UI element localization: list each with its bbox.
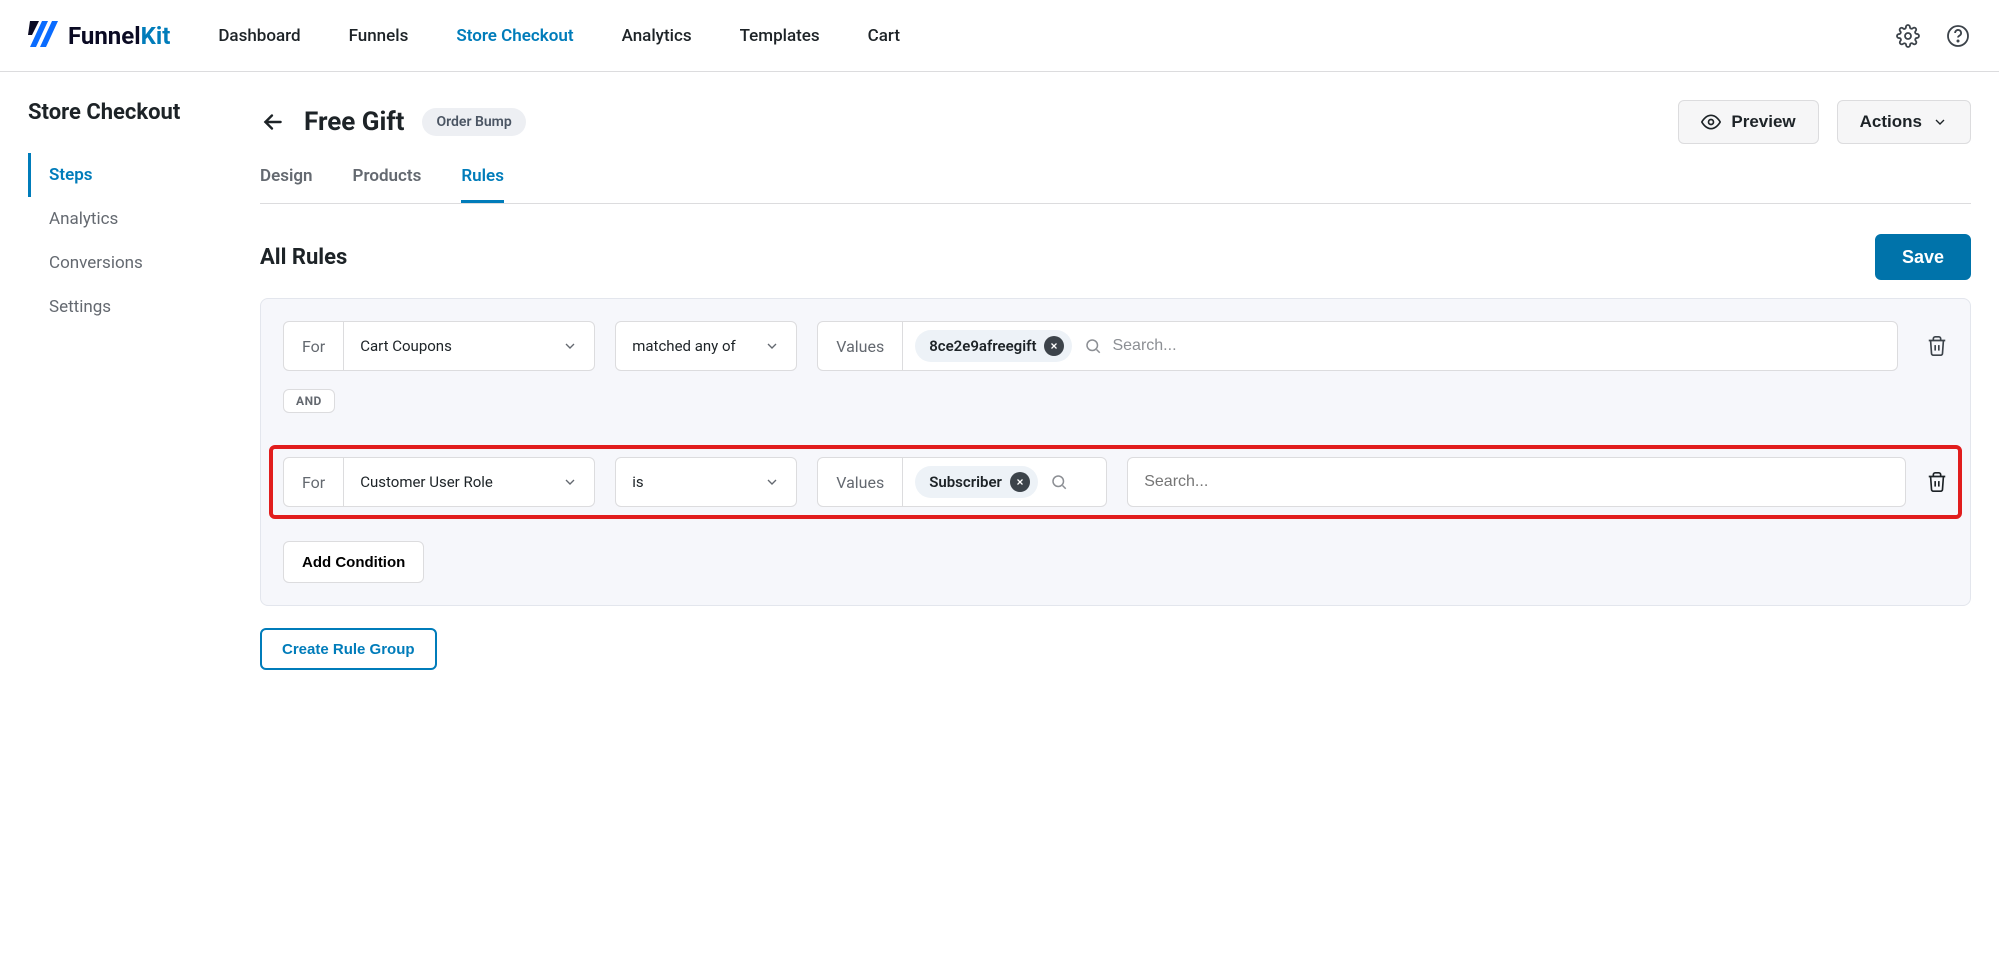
nav-store-checkout[interactable]: Store Checkout bbox=[456, 26, 573, 46]
rule-values-search-extra[interactable] bbox=[1127, 457, 1906, 507]
remove-chip-icon[interactable] bbox=[1010, 472, 1030, 492]
sidebar-item-steps[interactable]: Steps bbox=[28, 153, 232, 197]
chevron-down-icon bbox=[562, 338, 578, 354]
value-chip: 8ce2e9afreegift bbox=[915, 330, 1072, 362]
sidebar-item-settings[interactable]: Settings bbox=[28, 285, 232, 329]
actions-button[interactable]: Actions bbox=[1837, 100, 1971, 144]
rule-values-box[interactable]: Values 8ce2e9afreegift bbox=[817, 321, 1898, 371]
delete-rule-icon[interactable] bbox=[1926, 335, 1948, 357]
rule-operator-select[interactable]: matched any of bbox=[615, 321, 797, 371]
brand-logo-mark-icon bbox=[28, 21, 62, 51]
chevron-down-icon bbox=[764, 474, 780, 490]
rule-field-select[interactable]: For Cart Coupons bbox=[283, 321, 595, 371]
add-condition-button[interactable]: Add Condition bbox=[283, 541, 424, 583]
rule-row: For Cart Coupons matched any of bbox=[283, 321, 1948, 371]
preview-label: Preview bbox=[1731, 112, 1795, 132]
for-label: For bbox=[284, 458, 344, 506]
value-chip-label: 8ce2e9afreegift bbox=[929, 337, 1036, 355]
rule-operator-value: is bbox=[632, 473, 643, 491]
settings-icon[interactable] bbox=[1895, 23, 1921, 49]
main: Free Gift Order Bump Preview Actions Des… bbox=[232, 100, 1999, 710]
sidebar-item-conversions[interactable]: Conversions bbox=[28, 241, 232, 285]
chevron-down-icon bbox=[764, 338, 780, 354]
preview-button[interactable]: Preview bbox=[1678, 100, 1818, 144]
for-label: For bbox=[284, 322, 344, 370]
rule-operator-value: matched any of bbox=[632, 337, 736, 355]
main-nav: Dashboard Funnels Store Checkout Analyti… bbox=[218, 26, 1895, 46]
sidebar-item-analytics[interactable]: Analytics bbox=[28, 197, 232, 241]
remove-chip-icon[interactable] bbox=[1044, 336, 1064, 356]
rule-field-value: Customer User Role bbox=[360, 473, 493, 491]
nav-analytics[interactable]: Analytics bbox=[622, 26, 692, 46]
values-label: Values bbox=[818, 458, 903, 506]
values-label: Values bbox=[818, 322, 903, 370]
rule-row-highlighted: For Customer User Role is bbox=[269, 445, 1962, 519]
step-type-badge: Order Bump bbox=[422, 108, 525, 136]
save-button[interactable]: Save bbox=[1875, 234, 1971, 280]
nav-dashboard[interactable]: Dashboard bbox=[218, 26, 300, 46]
rule-values-box[interactable]: Values Subscriber bbox=[817, 457, 1107, 507]
tab-rules[interactable]: Rules bbox=[461, 166, 504, 203]
eye-icon bbox=[1701, 112, 1721, 132]
search-icon bbox=[1050, 473, 1068, 491]
values-search-input[interactable] bbox=[1110, 336, 1885, 356]
topbar: FunnelKit Dashboard Funnels Store Checko… bbox=[0, 0, 1999, 72]
and-pill: AND bbox=[283, 389, 335, 413]
search-icon bbox=[1084, 337, 1102, 355]
page-title: Free Gift bbox=[304, 107, 404, 137]
nav-funnels[interactable]: Funnels bbox=[349, 26, 409, 46]
value-chip: Subscriber bbox=[915, 466, 1038, 498]
rules-section-title: All Rules bbox=[260, 245, 347, 270]
subtabs: Design Products Rules bbox=[260, 166, 1971, 204]
sidebar: Store Checkout Steps Analytics Conversio… bbox=[0, 100, 232, 710]
tab-design[interactable]: Design bbox=[260, 166, 313, 203]
rule-field-value: Cart Coupons bbox=[360, 337, 452, 355]
brand-logo[interactable]: FunnelKit bbox=[28, 21, 170, 51]
actions-label: Actions bbox=[1860, 112, 1922, 132]
tab-products[interactable]: Products bbox=[353, 166, 422, 203]
value-chip-label: Subscriber bbox=[929, 473, 1002, 491]
sidebar-title: Store Checkout bbox=[28, 100, 232, 125]
chevron-down-icon bbox=[562, 474, 578, 490]
rule-field-select[interactable]: For Customer User Role bbox=[283, 457, 595, 507]
back-arrow-icon[interactable] bbox=[260, 109, 286, 135]
nav-cart[interactable]: Cart bbox=[868, 26, 900, 46]
topbar-right bbox=[1895, 23, 1971, 49]
rule-group-panel: For Cart Coupons matched any of bbox=[260, 298, 1971, 606]
help-icon[interactable] bbox=[1945, 23, 1971, 49]
chevron-down-icon bbox=[1932, 114, 1948, 130]
brand-name: FunnelKit bbox=[68, 22, 170, 50]
create-rule-group-button[interactable]: Create Rule Group bbox=[260, 628, 437, 670]
rule-operator-select[interactable]: is bbox=[615, 457, 797, 507]
nav-templates[interactable]: Templates bbox=[740, 26, 820, 46]
delete-rule-icon[interactable] bbox=[1926, 471, 1948, 493]
values-search-input[interactable] bbox=[1142, 472, 1893, 492]
